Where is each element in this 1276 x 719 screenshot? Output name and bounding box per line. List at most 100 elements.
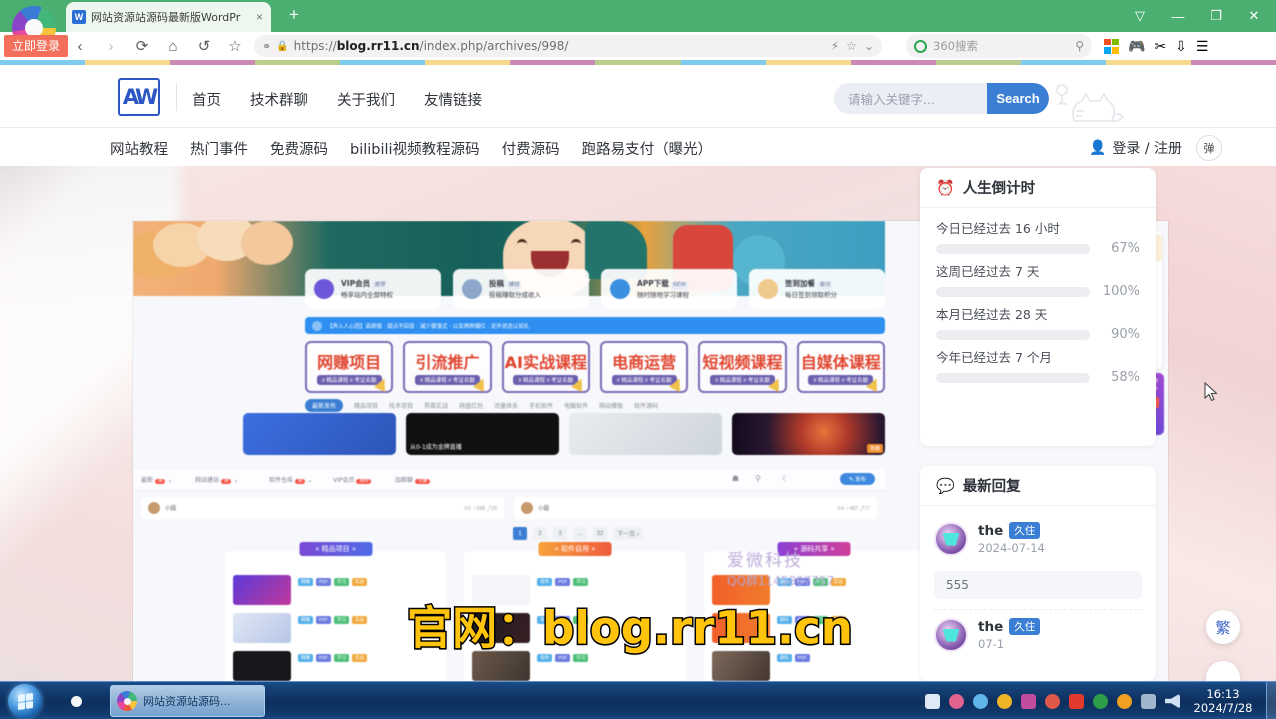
volume-icon[interactable] xyxy=(1165,693,1180,709)
nav-item-about[interactable]: 关于我们 xyxy=(337,89,395,110)
notice-bar[interactable]: 【声入人心团】高颜值 · 甜点不回音 · 减少骤落式 · 以及两种爆红 · 足外… xyxy=(305,317,885,334)
category-tag[interactable]: 精品项目 xyxy=(354,401,378,410)
network-icon[interactable] xyxy=(1141,693,1156,709)
forum-nav-item[interactable]: 网站建站 荐 ⌄ xyxy=(195,475,238,484)
post-item[interactable]: 小圆 ①5 ☆598 ⤴26 xyxy=(141,497,504,519)
page-button[interactable]: 2 xyxy=(533,527,547,540)
forum-nav-item[interactable]: 加群聊 火爆 xyxy=(395,475,430,484)
qq-icon[interactable] xyxy=(973,693,988,709)
omnibox-chevron-icon[interactable]: ⌄ xyxy=(864,39,874,53)
weather-icon[interactable] xyxy=(997,693,1012,709)
course-card[interactable]: 网赚项目 # 精品课程 # 考证名额 xyxy=(305,341,394,393)
forum-nav-item[interactable]: VIP会员 限时 xyxy=(333,475,372,484)
post-item[interactable]: 小圆 ①4 ☆487 ⤴77 xyxy=(514,497,877,519)
thumbnail-card[interactable]: 热推 xyxy=(732,413,885,455)
home-button[interactable]: ⌂ xyxy=(159,33,187,59)
course-card[interactable]: 自媒体课程 # 精品课程 # 考证名额 xyxy=(796,341,885,393)
tv-icon[interactable] xyxy=(1021,693,1036,709)
course-card[interactable]: AI实战课程 # 精品课程 # 考证名额 xyxy=(501,341,590,393)
bookmark-star-icon[interactable]: ☆ xyxy=(221,33,249,59)
show-desktop-button[interactable] xyxy=(1266,682,1276,719)
tab-close-icon[interactable]: × xyxy=(254,10,265,24)
reload-button[interactable]: ⟳ xyxy=(128,33,156,59)
apps-grid-icon[interactable] xyxy=(1104,38,1119,54)
reply-item[interactable]: the 久住 2024-07-14 xyxy=(934,514,1142,564)
browser-search-box[interactable]: 360搜索 ⚲ xyxy=(906,34,1092,58)
address-bar[interactable]: ⚭ 🔒 https://blog.rr11.cn/index.php/archi… xyxy=(254,35,882,57)
home-icon[interactable]: ☗ xyxy=(732,474,739,483)
thumbnail-card[interactable] xyxy=(569,413,722,455)
page-button[interactable]: 1 xyxy=(513,527,527,540)
nav-item-links[interactable]: 友情链接 xyxy=(424,89,482,110)
category-tag[interactable]: 流量体系 xyxy=(494,401,518,410)
puzzle-icon[interactable] xyxy=(1045,693,1060,709)
category-tag-active[interactable]: 最新发布 xyxy=(305,399,344,412)
plus-icon[interactable] xyxy=(1117,693,1132,709)
taskbar-window-button[interactable]: 网站资源站源码... xyxy=(110,685,265,717)
game-icon[interactable]: 🎮 xyxy=(1128,38,1145,55)
category-tag[interactable]: 网站模板 xyxy=(599,401,623,410)
page-button[interactable]: 3 xyxy=(553,527,567,540)
maximize-button[interactable]: ❐ xyxy=(1198,2,1234,30)
omnibox-star-icon[interactable]: ☆ xyxy=(846,39,857,53)
traditional-chinese-toggle[interactable]: 繁 xyxy=(1206,610,1240,644)
subnav-item-tutorials[interactable]: 网站教程 xyxy=(110,138,168,159)
subnav-item-payment-exposure[interactable]: 跑路易支付（曝光） xyxy=(582,138,713,159)
category-tag[interactable]: 电脑软件 xyxy=(564,401,588,410)
thumbnail-card[interactable] xyxy=(243,413,396,455)
category-tag[interactable]: 软件源码 xyxy=(634,401,658,410)
course-card[interactable]: 引流推广 # 精品课程 # 考证名额 xyxy=(403,341,492,393)
nav-item-tech-group[interactable]: 技术群聊 xyxy=(250,89,308,110)
start-button[interactable] xyxy=(8,684,42,718)
subnav-item-paid-source[interactable]: 付费源码 xyxy=(502,138,560,159)
forum-nav-item[interactable]: 软件仓库 新 ⌄ xyxy=(269,475,312,484)
quick-launch-chrome[interactable] xyxy=(62,687,90,715)
menu-icon[interactable]: ☰ xyxy=(1196,38,1209,55)
quick-card[interactable]: 签到加餐 每日 每日签到领取积分 xyxy=(749,269,885,309)
new-tab-button[interactable]: + xyxy=(284,6,304,26)
next-page-button[interactable]: 下一页 › xyxy=(613,527,643,540)
quick-card[interactable]: VIP会员 推荐 畅享站内全部特权 xyxy=(305,269,441,309)
flower-icon[interactable] xyxy=(949,693,964,709)
reply-item[interactable]: the 久住 07-1 xyxy=(934,610,1142,660)
popup-toggle-button[interactable]: 弹 xyxy=(1196,135,1222,161)
site-search-input[interactable]: 请输入关键字... xyxy=(834,89,987,108)
course-card[interactable]: 电商运营 # 精品课程 # 考证名额 xyxy=(599,341,689,393)
download-icon[interactable]: ⇩ xyxy=(1175,38,1187,55)
subnav-item-hot-events[interactable]: 热门事件 xyxy=(190,138,248,159)
login-badge[interactable]: 立即登录 xyxy=(4,35,68,57)
category-tag[interactable]: 技术项目 xyxy=(389,401,413,410)
category-tag[interactable]: 界面实战 xyxy=(424,401,448,410)
subnav-item-free-source[interactable]: 免费源码 xyxy=(270,138,328,159)
site-search[interactable]: 请输入关键字... Search xyxy=(834,83,1049,114)
moon-icon[interactable]: ☾ xyxy=(782,474,789,483)
account-login-register[interactable]: 👤 登录 / 注册 xyxy=(1089,138,1182,158)
nav-item-home[interactable]: 首页 xyxy=(192,89,221,110)
site-logo[interactable]: AW xyxy=(118,78,160,116)
publish-button[interactable]: ✎ 发布 xyxy=(839,473,875,485)
page-button[interactable]: 32 xyxy=(593,527,607,540)
collections-icon[interactable]: ▽ xyxy=(1122,2,1158,30)
back-button[interactable]: ‹ xyxy=(66,33,94,59)
close-window-button[interactable]: ✕ xyxy=(1236,2,1272,30)
browser-tab[interactable]: W 网站资源站源码最新版WordPr × xyxy=(66,2,271,32)
scissors-icon[interactable]: ✂ xyxy=(1154,38,1166,55)
pen-icon[interactable] xyxy=(925,693,940,709)
subnav-item-bilibili[interactable]: bilibili视频教程源码 xyxy=(350,138,480,159)
forward-button[interactable]: › xyxy=(97,33,125,59)
taskbar-clock[interactable]: 16:13 2024/7/28 xyxy=(1184,687,1262,715)
lightning-icon[interactable]: ⚡ xyxy=(831,39,839,53)
category-tag[interactable]: 网盘红包 xyxy=(459,401,483,410)
forum-nav-item[interactable]: 最新 荐 ⌄ xyxy=(141,475,172,484)
quick-card[interactable]: APP下载 NEW 随时随地学习课程 xyxy=(601,269,737,309)
history-back-icon[interactable]: ↺ xyxy=(190,33,218,59)
site-search-button[interactable]: Search xyxy=(987,83,1049,114)
speaker-red-icon[interactable] xyxy=(1069,693,1084,709)
minimize-button[interactable]: — xyxy=(1160,2,1196,30)
thumbnail-card[interactable]: 从0-1成为金牌直播 xyxy=(406,413,559,455)
quick-card[interactable]: 投稿 赚钱 投稿赚取分成收入 xyxy=(453,269,589,309)
shield-icon[interactable] xyxy=(1093,693,1108,709)
search-icon[interactable]: ⚲ xyxy=(755,474,761,483)
search-icon[interactable]: ⚲ xyxy=(1075,39,1084,53)
category-tag[interactable]: 手机软件 xyxy=(529,401,553,410)
